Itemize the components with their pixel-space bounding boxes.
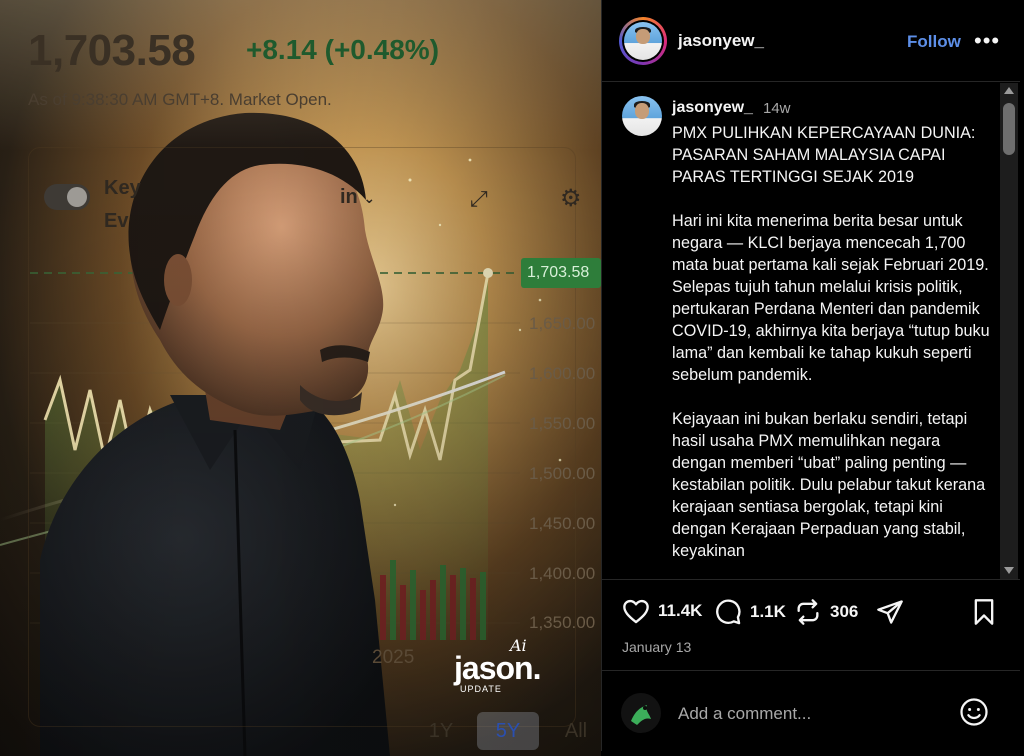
post-actions: 11.4K 1.1K 306 [602, 594, 1020, 634]
comment-count: 1.1K [750, 602, 786, 621]
post-image[interactable]: 1,703.58 +8.14 (+0.48%) As of 9:38:30 AM… [0, 0, 601, 756]
gear-icon: ⚙ [560, 185, 582, 212]
range-1y: 1Y [428, 720, 454, 742]
scrollbar[interactable] [1000, 83, 1018, 579]
scroll-thumb[interactable] [1003, 103, 1015, 155]
market-timestamp: As of 9:38:30 AM GMT+8. Market Open. [28, 90, 332, 109]
like-count: 11.4K [658, 601, 703, 620]
caption-timestamp[interactable]: 14w [763, 100, 791, 117]
x-axis-year: 2025 [372, 647, 415, 668]
scroll-down-arrow-icon[interactable] [1004, 567, 1014, 574]
range-all: All [564, 720, 588, 742]
post-sidebar: jasonyew_ Follow ••• jasonyew_ 14w PMX P… [601, 0, 1020, 751]
post-viewer: 1,703.58 +8.14 (+0.48%) As of 9:38:30 AM… [0, 0, 1024, 756]
heart-icon [623, 599, 649, 624]
follow-button[interactable]: Follow [907, 32, 961, 52]
post-header: jasonyew_ Follow ••• [602, 0, 1020, 82]
index-change: +8.14 (+0.48%) [246, 34, 440, 65]
range-5y: 5Y [477, 712, 539, 750]
save-action[interactable] [971, 598, 997, 626]
comment-composer: Add a comment... [602, 670, 1020, 751]
repost-icon [797, 599, 819, 625]
bookmark-icon [974, 599, 994, 625]
caption-scroll-area[interactable]: jasonyew_ 14w PMX PULIHKAN KEPERCAYAAN D… [602, 83, 1020, 580]
key-events-label: Key Ev [104, 177, 141, 232]
caption-username[interactable]: jasonyew_ [672, 99, 753, 117]
viewer-avatar [621, 693, 661, 733]
chevron-down-icon: ⌄ [363, 190, 376, 206]
repost-count: 306 [830, 602, 859, 621]
last-price-tag: 1,703.58 [521, 258, 601, 288]
emoji-icon[interactable] [959, 697, 989, 732]
more-options-icon[interactable]: ••• [974, 28, 1000, 54]
post-date[interactable]: January 13 [622, 639, 691, 655]
key-events-toggle [44, 184, 90, 210]
author-username[interactable]: jasonyew_ [678, 31, 764, 51]
author-avatar[interactable] [619, 17, 667, 65]
like-action[interactable]: 11.4K [622, 598, 702, 624]
caption-avatar[interactable] [622, 96, 662, 136]
expand-icon: ⤢ [470, 186, 488, 211]
comment-input[interactable]: Add a comment... [678, 704, 811, 724]
send-icon [877, 600, 903, 624]
share-action[interactable] [876, 598, 904, 626]
caption-text: PMX PULIHKAN KEPERCAYAAN DUNIA: PASARAN … [672, 124, 990, 560]
scroll-up-arrow-icon[interactable] [1004, 87, 1014, 94]
repost-action[interactable]: 306 [794, 598, 858, 626]
index-price: 1,703.58 [28, 26, 196, 75]
timespan-select: in ⌄ [340, 186, 376, 208]
comment-icon [716, 599, 741, 625]
comment-action[interactable]: 1.1K [714, 598, 786, 626]
